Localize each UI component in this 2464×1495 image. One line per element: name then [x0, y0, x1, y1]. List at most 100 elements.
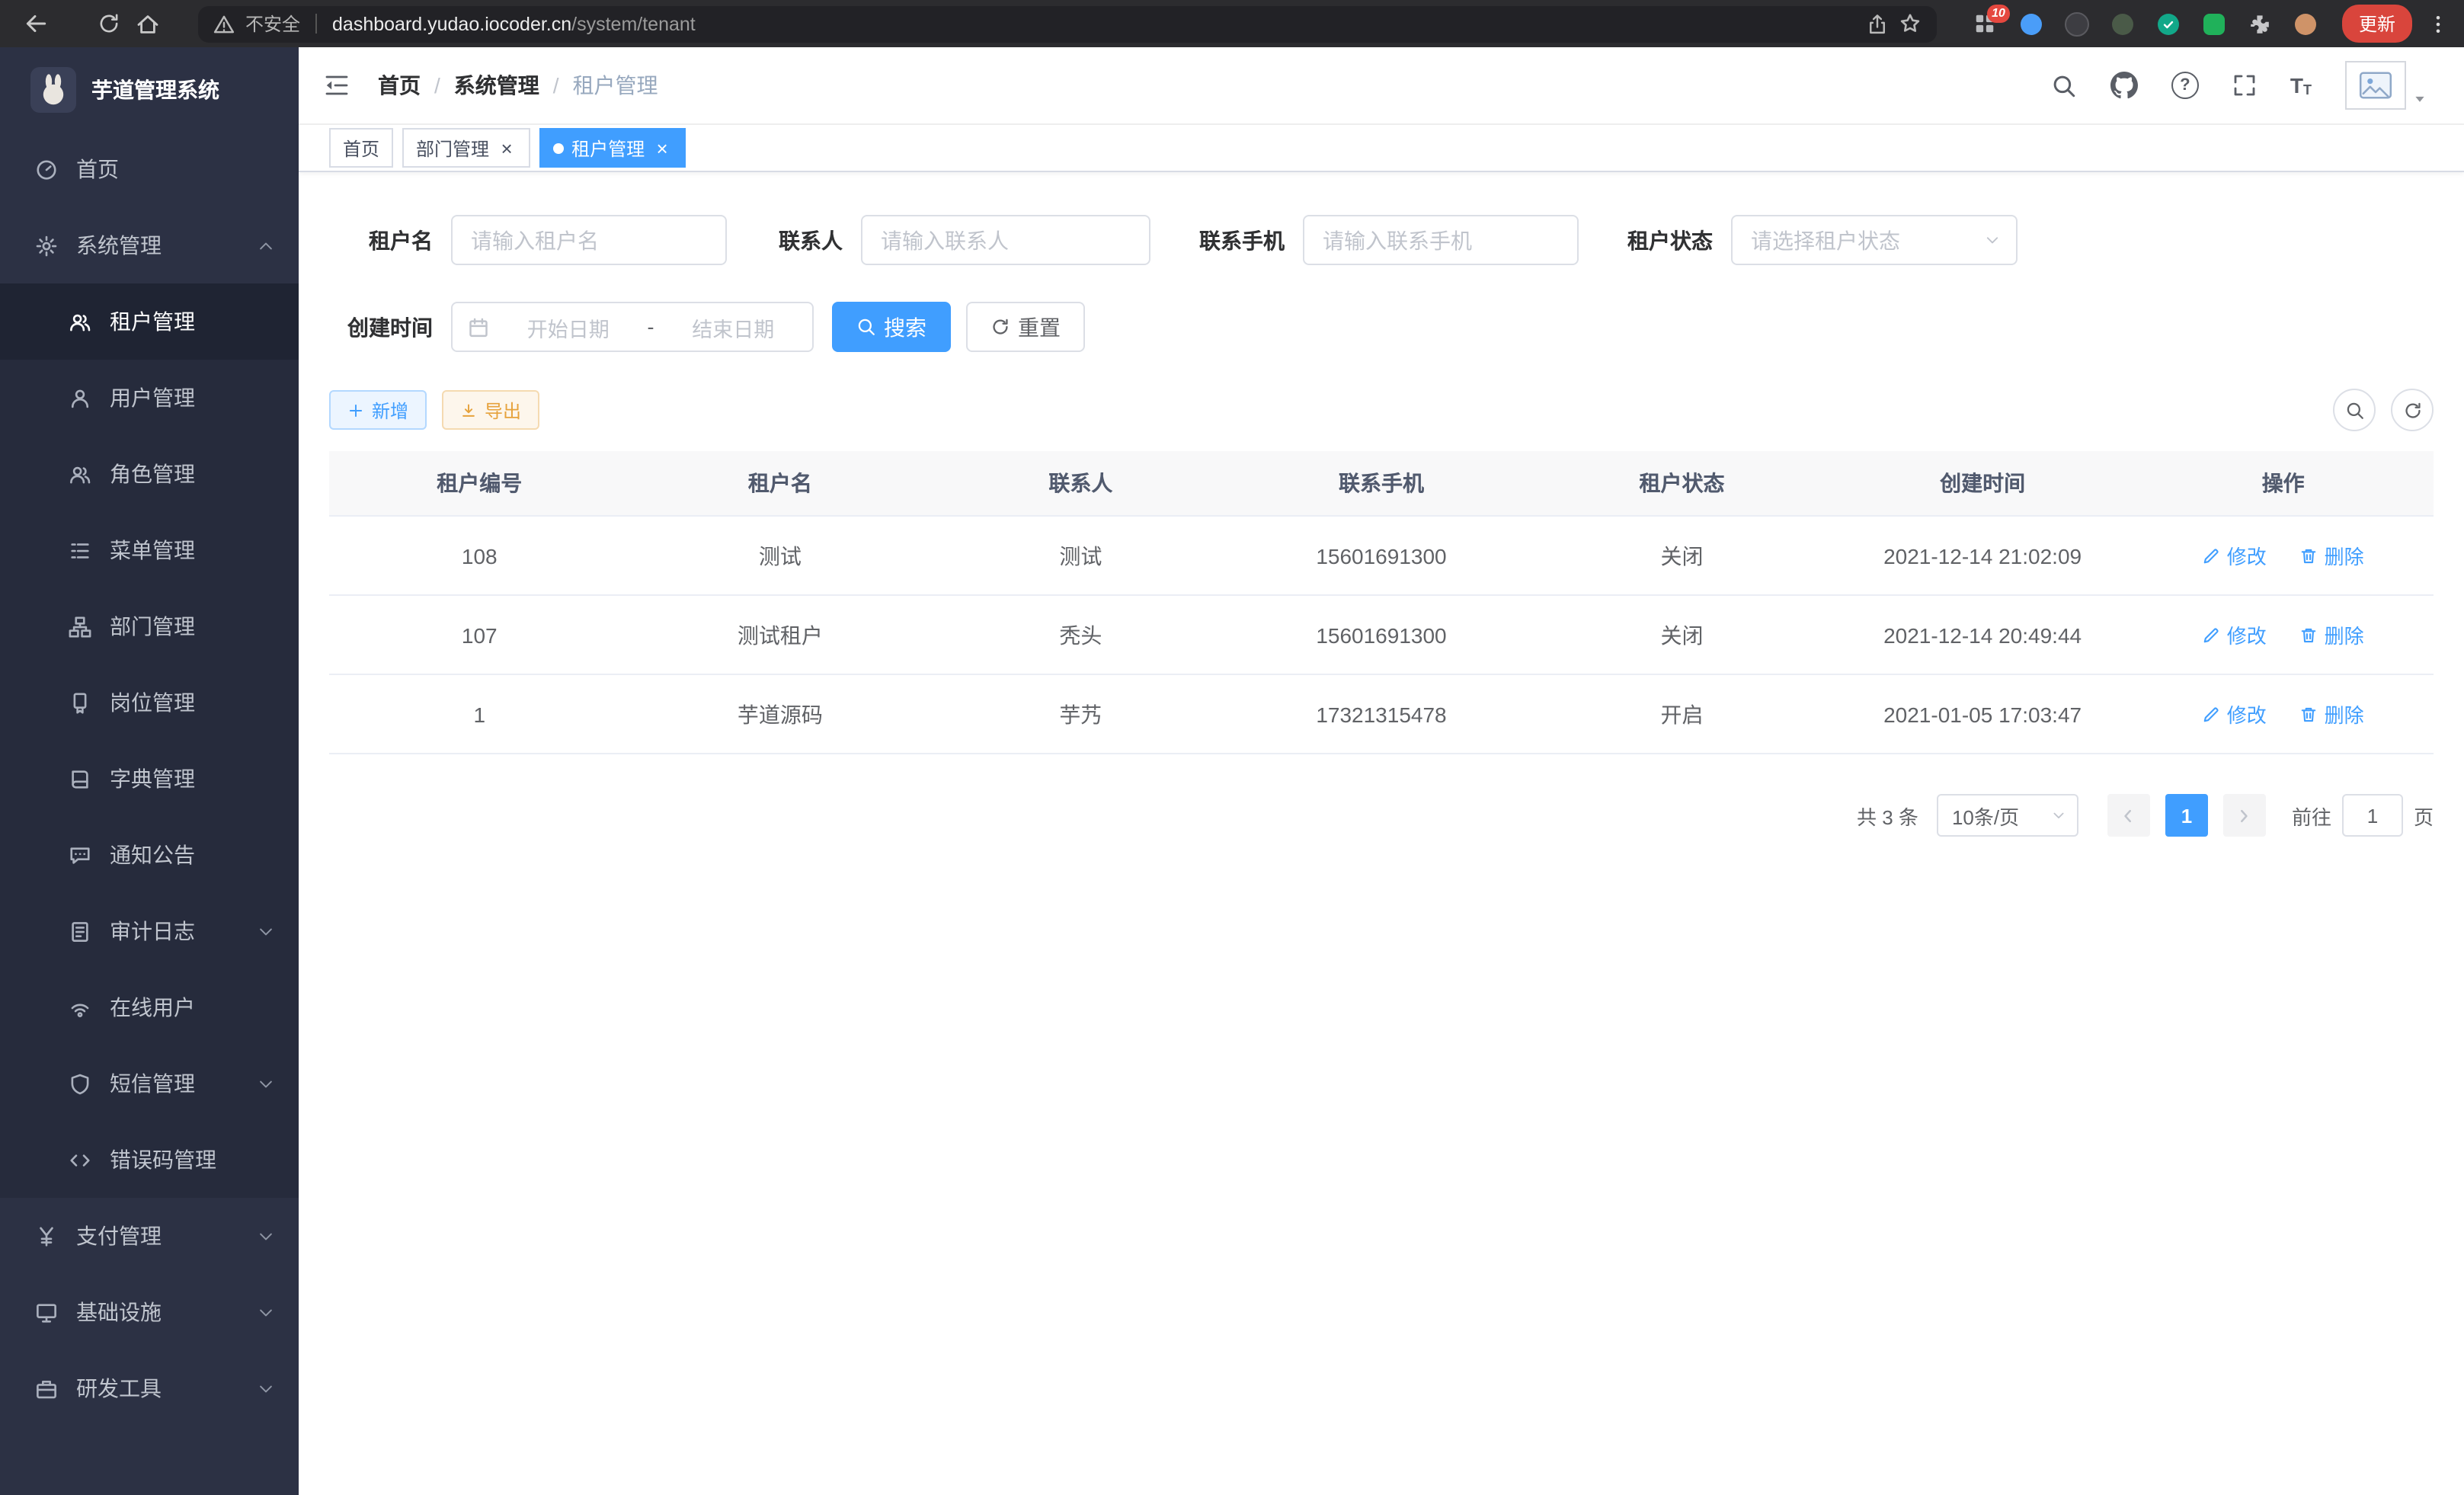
reset-button[interactable]: 重置 — [966, 302, 1085, 352]
extension-green-square-icon[interactable] — [2199, 8, 2229, 39]
address-bar[interactable]: 不安全 dashboard.yudao.iocoder.cn/system/te… — [198, 5, 1937, 42]
search-icon[interactable] — [2051, 72, 2077, 98]
table-row: 1 芋道源码 芋艿 17321315478 开启 2021-01-05 17:0… — [329, 674, 2434, 754]
sidebar-item-home[interactable]: 首页 — [0, 131, 299, 207]
filter-contact: 联系人 — [757, 215, 1150, 265]
browser-chrome: 不安全 dashboard.yudao.iocoder.cn/system/te… — [0, 0, 2464, 47]
sidebar-item-post[interactable]: 岗位管理 — [0, 664, 299, 741]
user-avatar[interactable] — [2345, 61, 2427, 110]
col-phone: 联系手机 — [1231, 451, 1532, 516]
page-size-select[interactable]: 10条/页 — [1937, 794, 2078, 837]
edit-link[interactable]: 修改 — [2203, 541, 2267, 570]
page-unit-label: 页 — [2414, 801, 2434, 830]
tenant-name-input[interactable] — [451, 215, 727, 265]
status-select[interactable]: 请选择租户状态 — [1731, 215, 2018, 265]
puzzle-extensions-icon[interactable] — [2245, 8, 2275, 39]
add-button[interactable]: 新增 — [329, 390, 427, 430]
sidebar-item-role[interactable]: 角色管理 — [0, 436, 299, 512]
col-tenant-name: 租户名 — [630, 451, 931, 516]
delete-link[interactable]: 删除 — [2300, 620, 2364, 649]
sidebar-item-audit-log[interactable]: 审计日志 — [0, 893, 299, 969]
goto-label: 前往 — [2292, 801, 2331, 830]
extension-green-check-icon[interactable] — [2153, 8, 2184, 39]
sidebar-item-user[interactable]: 用户管理 — [0, 360, 299, 436]
phone-input[interactable] — [1303, 215, 1579, 265]
col-tenant-id: 租户编号 — [329, 451, 630, 516]
edit-link[interactable]: 修改 — [2203, 699, 2267, 728]
logo-image — [30, 66, 76, 112]
tenant-table: 租户编号 租户名 联系人 联系手机 租户状态 创建时间 操作 108 测试 — [329, 451, 2434, 754]
table-row: 108 测试 测试 15601691300 关闭 2021-12-14 21:0… — [329, 516, 2434, 595]
sidebar-item-dept[interactable]: 部门管理 — [0, 588, 299, 664]
dashboard-icon — [34, 158, 58, 181]
search-button[interactable]: 搜索 — [832, 302, 951, 352]
app-title: 芋道管理系统 — [91, 74, 219, 104]
main-area: 首页 / 系统管理 / 租户管理 ? TT — [299, 47, 2464, 1495]
prev-page-button[interactable] — [2107, 794, 2150, 837]
page-content: 租户名 联系人 联系手机 租户状态 请选择租户状态 — [299, 172, 2464, 1495]
table-search-icon[interactable] — [2333, 389, 2376, 431]
chevron-down-icon — [258, 1304, 274, 1321]
sidebar-item-sms[interactable]: 短信管理 — [0, 1045, 299, 1122]
tab-dept[interactable]: 部门管理× — [402, 128, 530, 168]
sidebar-toggle-icon[interactable] — [323, 72, 366, 99]
browser-home-icon[interactable] — [128, 4, 168, 43]
bookmark-star-icon[interactable] — [1899, 12, 1922, 35]
sidebar-item-payment[interactable]: 支付管理 — [0, 1198, 299, 1274]
browser-reload-icon[interactable] — [88, 4, 128, 43]
contact-input[interactable] — [861, 215, 1150, 265]
browser-profile-avatar[interactable] — [2290, 8, 2321, 39]
delete-link[interactable]: 删除 — [2300, 541, 2364, 570]
browser-back-icon[interactable] — [15, 4, 55, 43]
next-page-button[interactable] — [2223, 794, 2266, 837]
app-logo[interactable]: 芋道管理系统 — [0, 47, 299, 131]
extension-dark-icon[interactable] — [2062, 8, 2092, 39]
extension-tabs-icon[interactable]: 10 — [1970, 8, 2001, 39]
security-label[interactable]: 不安全 — [245, 11, 300, 37]
fullscreen-icon[interactable] — [2232, 73, 2257, 98]
page-number-1[interactable]: 1 — [2165, 794, 2208, 837]
sidebar-item-system[interactable]: 系统管理 — [0, 207, 299, 283]
filter-status: 租户状态 请选择租户状态 — [1609, 215, 2018, 265]
tenant-icon — [67, 310, 91, 333]
calendar-icon — [468, 316, 489, 338]
sidebar: 芋道管理系统 首页 系统管理 租户管理 用户管理 — [0, 47, 299, 1495]
total-count: 共 3 条 — [1857, 801, 1918, 830]
breadcrumb-home[interactable]: 首页 — [378, 70, 421, 101]
system-submenu: 租户管理 用户管理 角色管理 菜单管理 部门管理 — [0, 283, 299, 1198]
table-refresh-icon[interactable] — [2391, 389, 2434, 431]
export-button[interactable]: 导出 — [442, 390, 539, 430]
extension-green-dark-icon[interactable] — [2107, 8, 2138, 39]
tab-home[interactable]: 首页 — [329, 128, 393, 168]
github-icon[interactable] — [2110, 72, 2138, 99]
sidebar-item-dict[interactable]: 字典管理 — [0, 741, 299, 817]
status-text: 关闭 — [1531, 516, 1832, 595]
extension-blue-icon[interactable] — [2016, 8, 2046, 39]
sidebar-item-infrastructure[interactable]: 基础设施 — [0, 1274, 299, 1350]
sidebar-item-notice[interactable]: 通知公告 — [0, 817, 299, 893]
close-icon[interactable]: × — [652, 138, 672, 158]
font-size-icon[interactable]: TT — [2290, 73, 2312, 98]
chevron-down-icon — [258, 1228, 274, 1244]
sidebar-item-error-code[interactable]: 错误码管理 — [0, 1122, 299, 1198]
filter-row-1: 租户名 联系人 联系手机 租户状态 请选择租户状态 — [329, 215, 2434, 265]
date-range-picker[interactable]: 开始日期 - 结束日期 — [451, 302, 814, 352]
breadcrumb-system[interactable]: 系统管理 — [454, 70, 539, 101]
browser-update-button[interactable]: 更新 — [2342, 5, 2412, 43]
sidebar-item-tenant[interactable]: 租户管理 — [0, 283, 299, 360]
sidebar-item-menu[interactable]: 菜单管理 — [0, 512, 299, 588]
share-icon[interactable] — [1867, 13, 1888, 34]
sidebar-item-devtools[interactable]: 研发工具 — [0, 1350, 299, 1426]
delete-link[interactable]: 删除 — [2300, 699, 2364, 728]
help-icon[interactable]: ? — [2171, 72, 2199, 99]
sidebar-item-online-user[interactable]: 在线用户 — [0, 969, 299, 1045]
close-icon[interactable]: × — [497, 138, 517, 158]
edit-link[interactable]: 修改 — [2203, 620, 2267, 649]
goto-page-input[interactable] — [2342, 794, 2403, 837]
dictionary-book-icon — [67, 767, 91, 790]
chevron-down-icon — [258, 1075, 274, 1092]
avatar-image — [2345, 61, 2406, 110]
tab-tenant[interactable]: 租户管理× — [539, 128, 686, 168]
url-domain: dashboard.yudao.iocoder.cn — [332, 13, 571, 34]
browser-menu-icon[interactable] — [2427, 13, 2449, 34]
